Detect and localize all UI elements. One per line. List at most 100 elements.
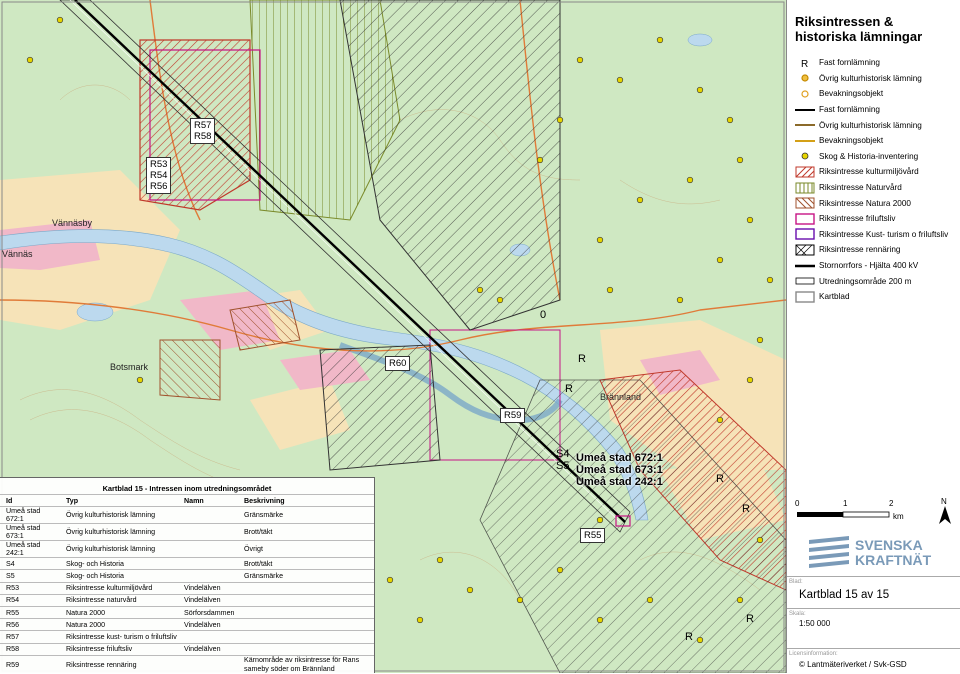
svg-text:R: R	[716, 473, 724, 485]
legend-label: Utredningsområde 200 m	[819, 276, 912, 286]
r57-label: R57	[194, 120, 212, 131]
fast-line-icon	[795, 104, 815, 116]
table-cell	[178, 630, 238, 643]
table-cell: S4	[0, 557, 60, 570]
ovrig-point-icon	[795, 72, 815, 84]
legend-item: Riksintresse friluftsliv	[795, 211, 960, 227]
table-cell: Umeå stad 672:1	[0, 506, 60, 524]
legend-label: Riksintresse friluftsliv	[819, 214, 896, 224]
table-cell: Riksintresse naturvård	[60, 593, 178, 607]
legend-label: Riksintresse kulturmiljövård	[819, 167, 919, 177]
label-s4-s5[interactable]: S4 S5	[556, 448, 569, 472]
hatch-green-icon	[795, 182, 815, 194]
svg-text:Vännäsby: Vännäsby	[52, 218, 93, 228]
legend-label: Skog & Historia-inventering	[819, 151, 919, 161]
table-cell	[178, 523, 238, 541]
legend-label: Fast fornlämning	[819, 105, 880, 115]
map-canvas[interactable]: R R R R R R 0 Vännäsby Vännäs Brännland Bots…	[0, 0, 786, 673]
table-cell	[238, 593, 374, 607]
table-header-cell: Beskrivning	[238, 493, 374, 507]
r58-label: R58	[194, 131, 212, 142]
scale-tick-0: 0	[795, 499, 800, 508]
s4-label: S4	[556, 448, 570, 460]
table-cell	[178, 506, 238, 524]
table-cell: Övrig kulturhistorisk lämning	[60, 523, 178, 541]
svenska-kraftnat-logo: SVENSKA KRAFTNÄT	[805, 532, 945, 570]
blad-value: Kartblad 15 av 15	[799, 589, 890, 601]
table-cell: Vindelälven	[178, 642, 238, 656]
legend-item: Bevakningsobjekt	[795, 133, 960, 149]
north-label: N	[941, 497, 947, 506]
table-row[interactable]: Umeå stad 673:1 Övrig kulturhistorisk läm…	[0, 523, 374, 541]
table-row[interactable]: R59 Riksintresse rennäring Kärnområde av r…	[0, 654, 374, 673]
label-r59[interactable]: R59	[500, 408, 526, 423]
table-row[interactable]: Umeå stad 672:1 Övrig kulturhistorisk läm…	[0, 506, 374, 524]
legend-label: Övrig kulturhistorisk lämning	[819, 73, 922, 83]
legend-item: Fast fornlämning	[795, 102, 960, 118]
table-cell: Sörforsdammen	[178, 605, 238, 619]
table-cell: R56	[0, 618, 60, 631]
logo-mark-icon: SVENSKA KRAFTNÄT	[809, 536, 932, 568]
skala-box: Skala: 1:50 000	[787, 608, 960, 649]
scale-tick-1: 1	[843, 499, 848, 508]
table-cell: Skog- och Historia	[60, 569, 178, 583]
fast-fornlamning-point-icon: R	[795, 57, 815, 69]
table-cell: Övrigt	[238, 540, 374, 558]
r56-label: R56	[150, 181, 168, 192]
table-cell: Riksintresse kust- turism o friluftsliv	[60, 630, 178, 643]
legend-panel: Riksintressen & historiska lämningar R Fa…	[786, 0, 960, 673]
legend-label: Riksintresse Kust- turism o friluftsliv	[819, 229, 949, 239]
box-purple-icon	[795, 228, 815, 241]
svg-text:R: R	[801, 59, 808, 69]
svg-text:Brännland: Brännland	[600, 392, 641, 402]
table-row[interactable]: S5 Skog- och Historia Gränsmärke	[0, 569, 374, 583]
table-cell: Riksintresse kulturmiljövård	[60, 581, 178, 595]
s5-label: S5	[556, 460, 570, 472]
table-cell	[178, 540, 238, 558]
table-row[interactable]: R55 Natura 2000 Sörforsdammen	[0, 605, 374, 619]
table-cell: Vindelälven	[178, 618, 238, 631]
table-row[interactable]: R58 Riksintresse friluftsliv Vindelälven	[0, 642, 374, 656]
table-row[interactable]: R56 Natura 2000 Vindelälven	[0, 618, 374, 631]
hatch-black-icon	[795, 244, 815, 256]
logo-line1: SVENSKA	[855, 537, 923, 553]
licens-box: Licensinformation: © Lantmäteriverket / …	[787, 648, 960, 674]
table-cell: S5	[0, 569, 60, 583]
panel-title-line2: historiska lämningar	[795, 29, 923, 44]
table-header-cell: Typ	[60, 493, 178, 507]
table-cell: Vindelälven	[178, 593, 238, 607]
label-r53-r56[interactable]: R53 R54 R56	[146, 157, 172, 194]
svg-text:R: R	[742, 503, 750, 515]
table-cell: R55	[0, 605, 60, 619]
licens-value: © Lantmäteriverket / Svk-GSD	[799, 660, 907, 669]
svg-text:Vännäs: Vännäs	[2, 249, 33, 259]
umea-242-label: Umeå stad 242:1	[576, 476, 663, 488]
table-cell: Vindelälven	[178, 581, 238, 595]
table-cell: R58	[0, 642, 60, 656]
legend-item: Riksintresse Kust- turism o friluftsliv	[795, 227, 960, 243]
label-umea-stad[interactable]: Umeå stad 672:1 Umeå stad 673:1 Umeå stad …	[576, 452, 663, 488]
table-row[interactable]: Umeå stad 242:1 Övrig kulturhistorisk läm…	[0, 540, 374, 558]
legend-item: Övrig kulturhistorisk lämning	[795, 117, 960, 133]
table-row[interactable]: S4 Skog- och Historia Brott/täkt	[0, 557, 374, 570]
table-header-cell: Id	[0, 493, 60, 507]
table-cell: Brott/täkt	[238, 523, 374, 541]
box-pink-icon	[795, 213, 815, 225]
label-r57-r58[interactable]: R57 R58	[190, 118, 216, 144]
legend-label: Bevakningsobjekt	[819, 136, 884, 146]
table-row[interactable]: R54 Riksintresse naturvård Vindelälven	[0, 593, 374, 607]
table-cell: Kärnområde av riksintresse för Rans same…	[238, 654, 374, 673]
legend-item: Stornorrfors - Hjälta 400 kV	[795, 258, 960, 274]
legend-item: Kartblad	[795, 289, 960, 305]
box-grey-icon	[795, 291, 815, 303]
label-r55[interactable]: R55	[580, 528, 606, 543]
skog-point-icon	[795, 150, 815, 162]
table-cell	[238, 630, 374, 643]
svg-text:R: R	[746, 613, 754, 625]
svg-text:R: R	[578, 353, 586, 365]
table-row[interactable]: R57 Riksintresse kust- turism o friluftsl…	[0, 630, 374, 643]
table-row[interactable]: R53 Riksintresse kulturmiljövård Vindelälv…	[0, 581, 374, 595]
label-r60[interactable]: R60	[385, 356, 411, 371]
panel-title: Riksintressen & historiska lämningar	[795, 14, 955, 44]
panel-title-line1: Riksintressen &	[795, 14, 894, 29]
